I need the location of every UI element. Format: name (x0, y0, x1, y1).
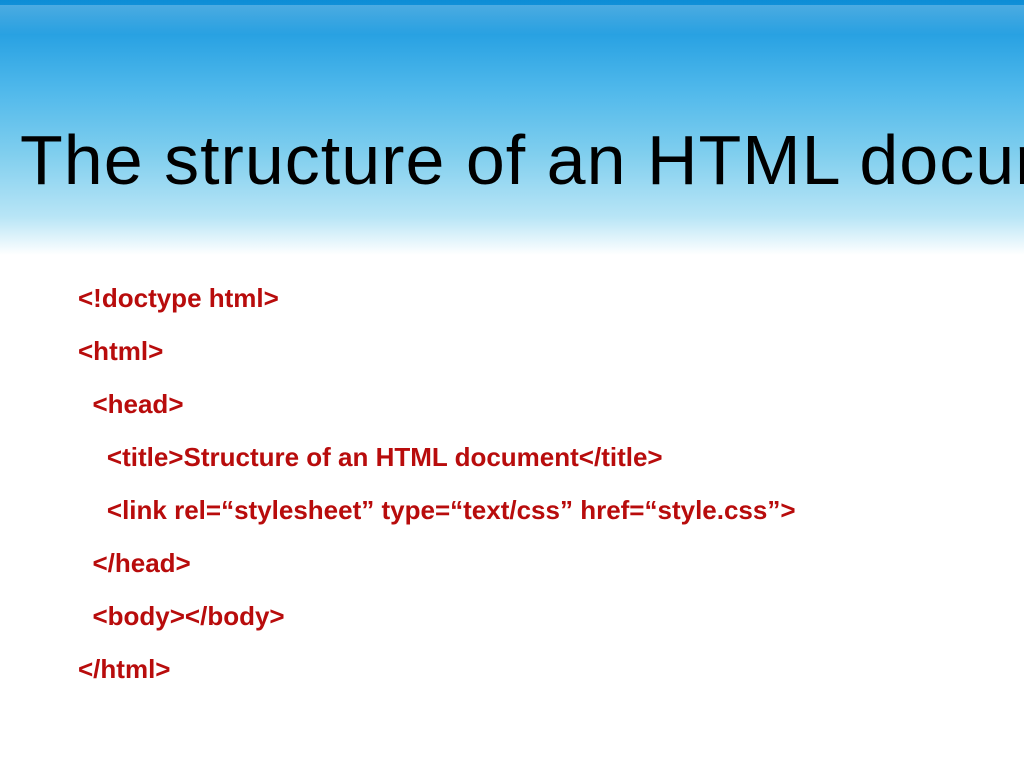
slide-title: The structure of an HTML document (20, 120, 1004, 200)
code-line: </html> (78, 656, 984, 682)
code-line: <!doctype html> (78, 285, 984, 311)
code-content: <!doctype html> <html> <head> <title>Str… (78, 285, 984, 709)
code-line: <body></body> (78, 603, 984, 629)
code-line: </head> (78, 550, 984, 576)
code-line: <title>Structure of an HTML document</ti… (78, 444, 984, 470)
code-line: <html> (78, 338, 984, 364)
code-line: <head> (78, 391, 984, 417)
code-line: <link rel=“stylesheet” type=“text/css” h… (78, 497, 984, 523)
